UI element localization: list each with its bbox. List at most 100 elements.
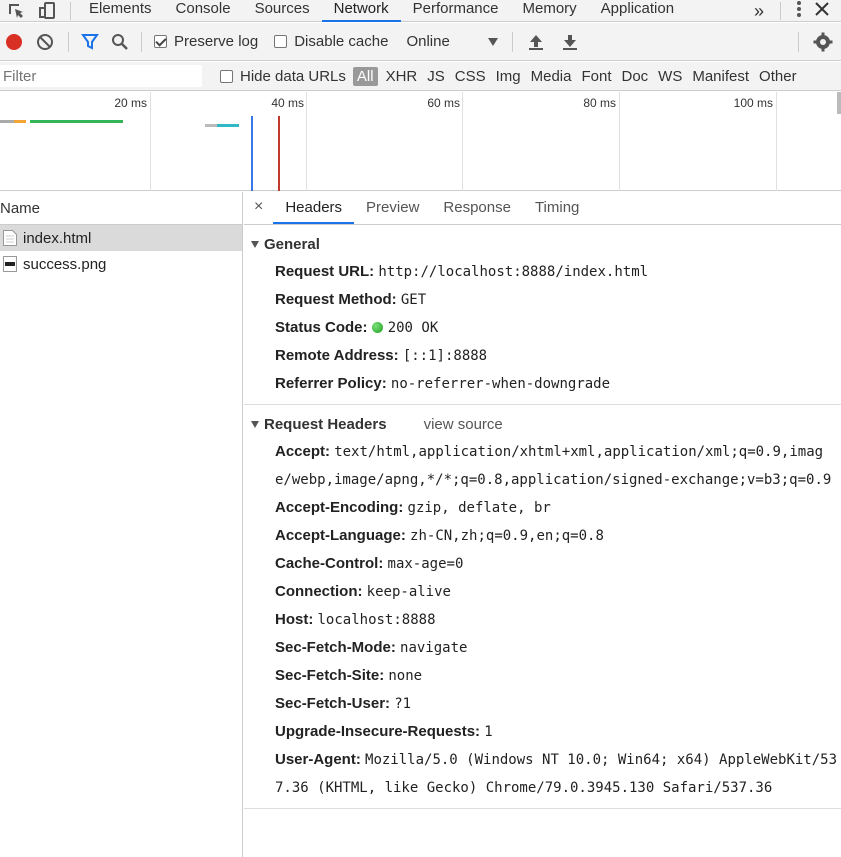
clear-button[interactable] bbox=[28, 23, 62, 61]
filter-type-doc[interactable]: Doc bbox=[616, 68, 653, 85]
header-value: gzip, deflate, br bbox=[407, 500, 551, 516]
filter-type-all[interactable]: All bbox=[352, 66, 378, 86]
search-button[interactable] bbox=[105, 23, 135, 61]
record-button[interactable] bbox=[0, 23, 28, 61]
image-file-icon bbox=[3, 256, 17, 272]
request-row[interactable]: index.html bbox=[0, 225, 242, 251]
name-column-header[interactable]: Name bbox=[0, 192, 242, 225]
header-key: Upgrade-Insecure-Requests: bbox=[275, 723, 481, 740]
header-key: Accept-Language: bbox=[275, 527, 406, 544]
tab-sources[interactable]: Sources bbox=[243, 0, 322, 22]
gear-icon bbox=[813, 32, 833, 51]
header-key: Host: bbox=[275, 611, 314, 628]
preserve-log-check[interactable] bbox=[154, 35, 167, 48]
general-section-toggle[interactable]: General bbox=[244, 232, 841, 256]
header-row: Request URL: http://localhost:8888/index… bbox=[244, 258, 841, 286]
filter-type-ws[interactable]: WS bbox=[653, 68, 687, 85]
close-details-button[interactable]: × bbox=[244, 198, 273, 224]
header-row: Host: localhost:8888 bbox=[244, 606, 841, 634]
filter-input[interactable] bbox=[0, 65, 202, 87]
search-icon bbox=[112, 33, 128, 50]
dom-content-loaded-line bbox=[251, 116, 253, 191]
export-har-button[interactable] bbox=[553, 23, 587, 61]
divider bbox=[798, 31, 799, 52]
filter-type-xhr[interactable]: XHR bbox=[381, 68, 423, 85]
throttling-value: Online bbox=[406, 33, 450, 50]
filter-type-other[interactable]: Other bbox=[754, 68, 802, 85]
filter-icon bbox=[81, 33, 99, 50]
tab-memory[interactable]: Memory bbox=[511, 0, 589, 22]
request-bar-waiting bbox=[30, 120, 123, 123]
filter-type-media[interactable]: Media bbox=[526, 68, 577, 85]
tab-performance[interactable]: Performance bbox=[401, 0, 511, 22]
filter-toggle-button[interactable] bbox=[75, 23, 105, 61]
divider bbox=[244, 808, 841, 809]
status-ok-icon bbox=[371, 322, 383, 333]
filter-bar: Hide data URLs AllXHRJSCSSImgMediaFontDo… bbox=[0, 62, 841, 91]
filter-type-css[interactable]: CSS bbox=[450, 68, 491, 85]
request-name: index.html bbox=[23, 229, 92, 247]
devtools-tabbar: Elements Console Sources Network Performance… bbox=[0, 0, 841, 22]
header-value: zh-CN,zh;q=0.9,en;q=0.8 bbox=[410, 528, 604, 544]
header-key: Sec-Fetch-Mode: bbox=[275, 639, 396, 656]
kebab-menu-icon[interactable] bbox=[787, 1, 811, 21]
document-file-icon bbox=[3, 230, 17, 246]
tick-label: 40 ms bbox=[271, 96, 304, 110]
tab-console[interactable]: Console bbox=[164, 0, 243, 22]
details-tab-response[interactable]: Response bbox=[431, 199, 523, 224]
header-value: GET bbox=[400, 292, 427, 308]
tab-network[interactable]: Network bbox=[321, 0, 401, 22]
header-key: Accept: bbox=[275, 443, 331, 460]
request-headers-section-title: Request Headers bbox=[264, 415, 387, 433]
header-value: none bbox=[388, 668, 423, 684]
header-key: Remote Address: bbox=[275, 347, 399, 364]
upload-icon bbox=[529, 34, 544, 50]
details-tab-timing[interactable]: Timing bbox=[523, 199, 591, 224]
tab-application[interactable]: Application bbox=[589, 0, 686, 22]
grid-line bbox=[306, 92, 307, 191]
filter-type-img[interactable]: Img bbox=[491, 68, 526, 85]
disable-cache-checkbox[interactable]: Disable cache bbox=[266, 23, 396, 61]
divider bbox=[512, 31, 514, 52]
header-row: Sec-Fetch-User: ?1 bbox=[244, 690, 841, 718]
close-icon[interactable] bbox=[811, 2, 841, 20]
header-key: Request Method: bbox=[275, 291, 397, 308]
hide-data-urls-check[interactable] bbox=[220, 69, 233, 83]
header-value: text/html,application/xhtml+xml,applicat… bbox=[275, 444, 832, 488]
header-value: localhost:8888 bbox=[317, 612, 436, 628]
tick-label: 80 ms bbox=[583, 96, 616, 110]
overview-scroll-handle[interactable] bbox=[837, 92, 841, 114]
header-value: navigate bbox=[400, 640, 468, 656]
more-tabs-button[interactable]: » bbox=[744, 2, 774, 20]
header-row: Referrer Policy: no-referrer-when-downgr… bbox=[244, 370, 841, 398]
header-value: keep-alive bbox=[366, 584, 451, 600]
network-overview[interactable]: 20 ms 40 ms 60 ms 80 ms 100 ms bbox=[0, 92, 841, 191]
filter-type-js[interactable]: JS bbox=[422, 68, 450, 85]
device-toolbar-icon[interactable] bbox=[32, 0, 64, 22]
tab-elements[interactable]: Elements bbox=[77, 0, 164, 22]
disable-cache-check[interactable] bbox=[274, 35, 288, 48]
filter-type-manifest[interactable]: Manifest bbox=[687, 68, 754, 85]
hide-data-urls-checkbox[interactable]: Hide data URLs bbox=[220, 68, 346, 85]
import-har-button[interactable] bbox=[519, 23, 553, 61]
disable-cache-label: Disable cache bbox=[294, 33, 389, 50]
preserve-log-checkbox[interactable]: Preserve log bbox=[148, 23, 266, 61]
request-headers-section-toggle[interactable]: Request Headers view source bbox=[244, 412, 841, 436]
details-tab-preview[interactable]: Preview bbox=[354, 199, 431, 224]
filter-type-font[interactable]: Font bbox=[576, 68, 616, 85]
request-row[interactable]: success.png bbox=[0, 251, 242, 277]
name-column-label: Name bbox=[0, 199, 41, 217]
divider bbox=[780, 2, 781, 20]
details-tab-headers[interactable]: Headers bbox=[273, 199, 355, 224]
settings-button[interactable] bbox=[805, 23, 841, 61]
grid-line bbox=[150, 92, 151, 191]
view-source-link[interactable]: view source bbox=[424, 416, 503, 433]
grid-line bbox=[619, 92, 620, 191]
header-row: Cache-Control: max-age=0 bbox=[244, 550, 841, 578]
load-event-line bbox=[278, 116, 280, 191]
divider bbox=[70, 1, 71, 20]
inspect-element-icon[interactable] bbox=[0, 0, 32, 22]
grid-line bbox=[462, 92, 463, 191]
throttling-select[interactable]: Online bbox=[396, 23, 506, 61]
header-value: ?1 bbox=[394, 696, 412, 712]
